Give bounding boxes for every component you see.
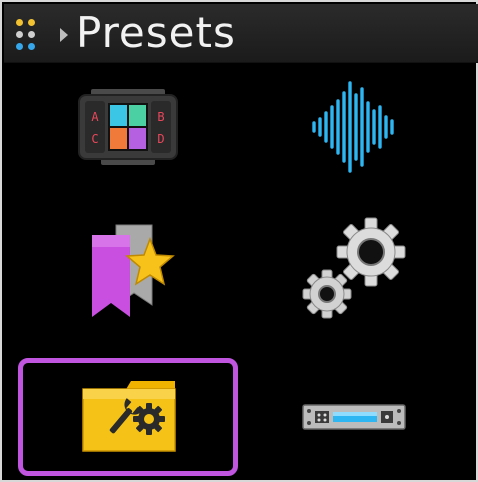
- header-bar: Presets: [4, 4, 478, 63]
- preset-category-grid: A B C D: [4, 62, 478, 482]
- rack-device-tile[interactable]: [244, 358, 464, 476]
- waveform-icon: [312, 81, 394, 173]
- bookmark-star-icon: [92, 224, 175, 317]
- folder-tools-icon: [82, 381, 176, 452]
- gears-icon: [302, 217, 406, 319]
- chevron-right-icon: [60, 28, 68, 42]
- favorites-tile[interactable]: [18, 212, 238, 330]
- svg-text:A: A: [91, 110, 99, 124]
- presets-screen: Presets A B C D: [0, 0, 478, 482]
- rack-device-icon: [302, 404, 406, 430]
- mixer-pads-tile[interactable]: A B C D: [18, 68, 238, 186]
- utility-presets-tile[interactable]: [18, 358, 238, 476]
- mixer-pads-icon: A B C D: [78, 89, 178, 165]
- waveform-tile[interactable]: [244, 68, 464, 186]
- grid-dots-icon[interactable]: [14, 18, 48, 52]
- page-title: Presets: [76, 8, 236, 57]
- svg-text:C: C: [91, 132, 98, 146]
- svg-text:B: B: [157, 110, 164, 124]
- svg-text:D: D: [157, 132, 164, 146]
- settings-tile[interactable]: [244, 212, 464, 330]
